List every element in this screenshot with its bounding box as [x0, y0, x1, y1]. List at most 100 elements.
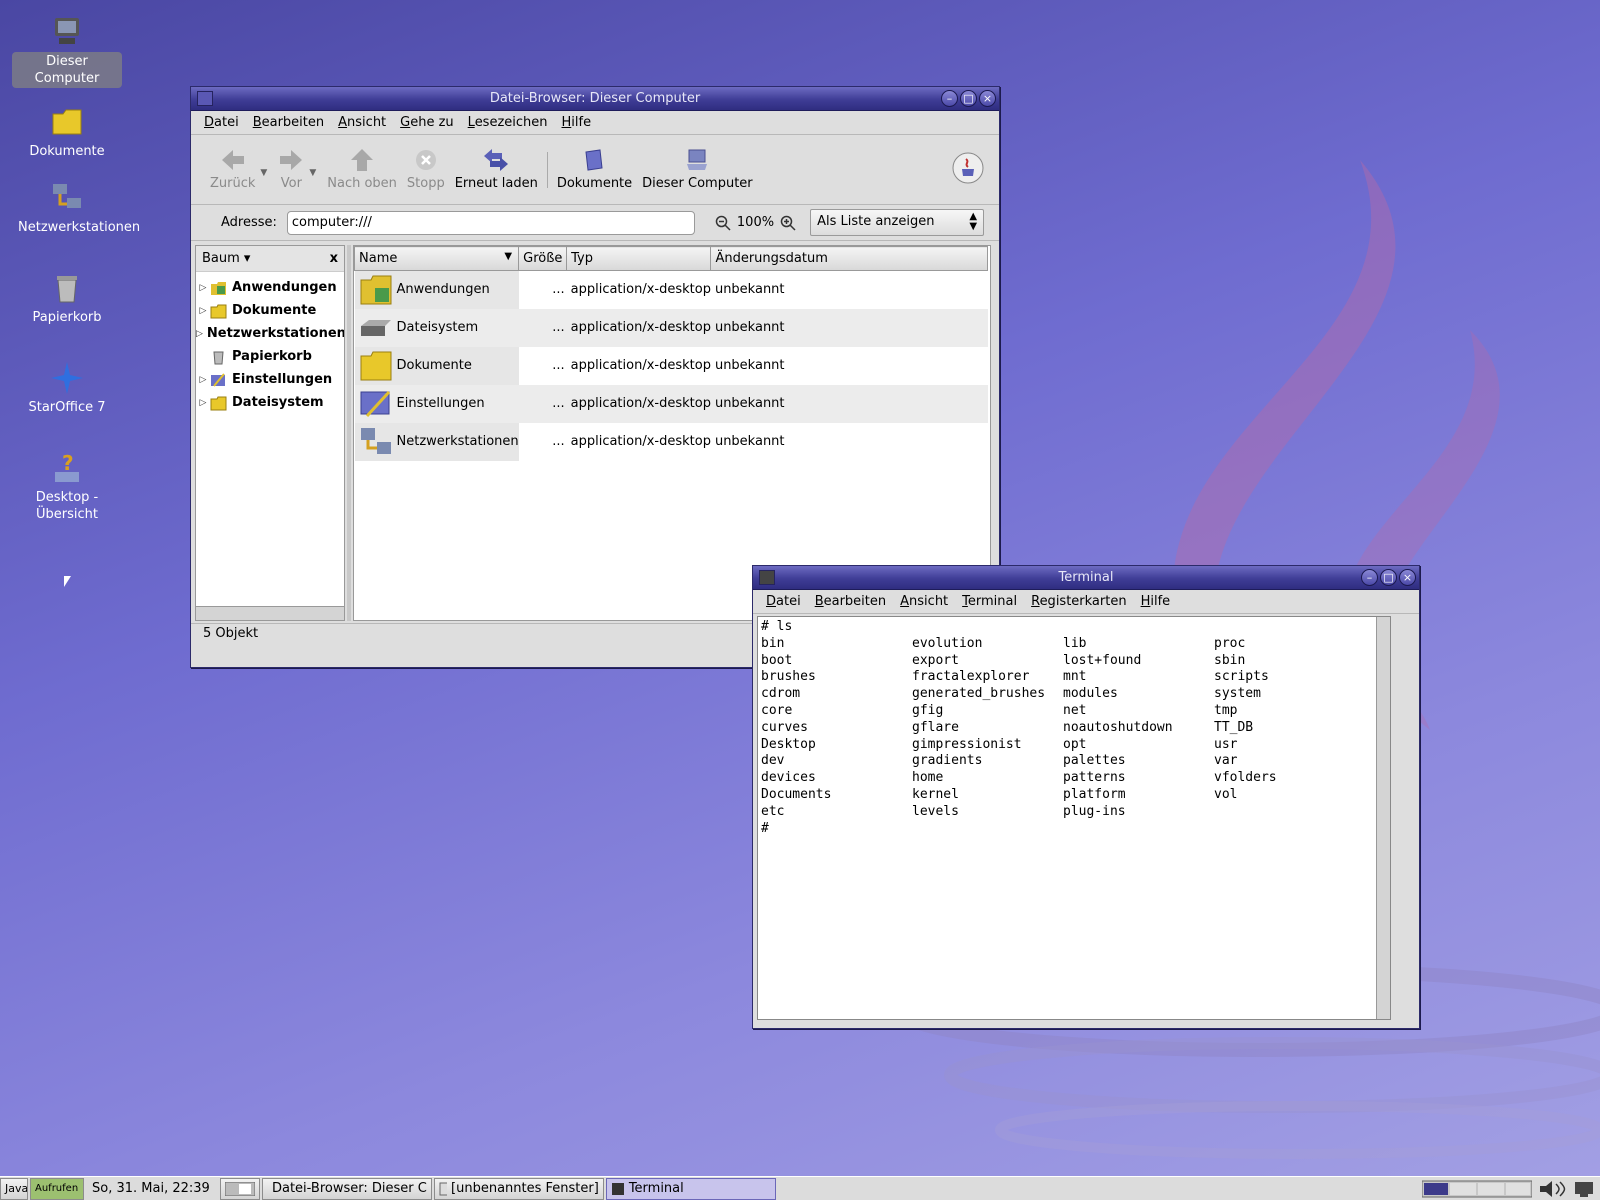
task-terminal[interactable]: Terminal: [605, 1177, 776, 1200]
zoom-out-icon[interactable]: [715, 215, 731, 231]
tree-item-netzwerkstationen[interactable]: ▷ Netzwerkstationen: [196, 322, 344, 345]
menu-lesezeichen[interactable]: Lesezeichen: [461, 115, 555, 130]
menu-hilfe[interactable]: Hilfe: [1134, 594, 1178, 609]
menu-gehe-zu[interactable]: Gehe zu: [393, 115, 461, 130]
menu-datei[interactable]: Datei: [197, 115, 246, 130]
reload-button[interactable]: Erneut laden: [450, 148, 543, 191]
desktop-icon-netzwerkstationen[interactable]: Netzwerkstationen: [12, 180, 140, 237]
up-button[interactable]: Nach oben: [322, 148, 402, 191]
file-row[interactable]: Anwendungen ... application/x-desktop un…: [354, 270, 988, 309]
file-name: Netzwerkstationen: [396, 434, 519, 449]
pane-splitter[interactable]: [347, 245, 351, 621]
menu-ansicht[interactable]: Ansicht: [331, 115, 393, 130]
java-menu-button[interactable]: Java: [0, 1177, 28, 1200]
desktop-icon-papierkorb[interactable]: Papierkorb: [12, 270, 122, 327]
zoom-level[interactable]: 100%: [737, 215, 774, 230]
minimize-button[interactable]: –: [1361, 569, 1378, 586]
clock[interactable]: So, 31. Mai, 22:39: [92, 1181, 210, 1196]
expander-icon[interactable]: ▷: [196, 283, 210, 293]
terminal-titlebar[interactable]: Terminal – □ ×: [753, 566, 1419, 590]
window-menu-button[interactable]: [197, 91, 213, 106]
terminal-listing-entry: proc: [1214, 635, 1246, 651]
column-header-type[interactable]: Typ: [566, 246, 712, 271]
computer-button[interactable]: Dieser Computer: [637, 148, 758, 191]
file-date: unbekannt: [714, 434, 785, 449]
terminal-listing-entry: TT_DB: [1214, 719, 1254, 735]
address-input[interactable]: computer:///: [286, 210, 695, 235]
column-header-date[interactable]: Änderungsdatum: [710, 246, 988, 271]
menu-bearbeiten[interactable]: Bearbeiten: [246, 115, 331, 130]
chevron-down-icon[interactable]: ▼: [260, 168, 267, 178]
expander-icon[interactable]: ▷: [196, 375, 210, 385]
desktop-icon-staroffice[interactable]: StarOffice 7: [12, 360, 122, 417]
file-row[interactable]: Dateisystem ... application/x-desktop un…: [354, 308, 988, 347]
forward-button[interactable]: Vor: [273, 148, 309, 191]
horizontal-scrollbar[interactable]: [196, 606, 344, 620]
view-mode-select[interactable]: Als Liste anzeigen ▲ ▼: [810, 209, 985, 236]
expander-icon[interactable]: ▷: [196, 329, 203, 339]
task-unnamed-window[interactable]: [unbenanntes Fenster]: [433, 1177, 604, 1200]
maximize-button[interactable]: □: [960, 90, 977, 107]
workspace-switcher[interactable]: [1422, 1180, 1532, 1198]
terminal-listing-entry: plug-ins: [1063, 803, 1126, 819]
terminal-listing-entry: palettes: [1063, 753, 1126, 769]
vertical-scrollbar[interactable]: [1376, 617, 1390, 1019]
terminal-listing-entry: brushes: [761, 669, 816, 685]
documents-label: Dokumente: [556, 176, 633, 191]
task-file-browser[interactable]: Datei-Browser: Dieser C: [261, 1177, 432, 1200]
terminal-window[interactable]: Terminal – □ × Datei Bearbeiten Ansicht …: [752, 565, 1420, 1029]
column-header-size[interactable]: Größe: [518, 246, 568, 271]
tree-item-label: Dateisystem: [232, 395, 324, 410]
terminal-output[interactable]: # ls bin evolution lib proc boot export lost+f…: [757, 616, 1391, 1020]
file-row[interactable]: Netzwerkstationen ... application/x-desk…: [354, 422, 988, 461]
desktop-icon-dieser-computer[interactable]: Dieser Computer: [12, 14, 122, 88]
file-row[interactable]: Dokumente ... application/x-desktop unbe…: [354, 346, 988, 385]
side-pane-close-icon[interactable]: x: [330, 251, 338, 266]
location-bar: Adresse: computer:/// 100% Als Liste anz…: [191, 205, 999, 241]
stop-button[interactable]: Stopp: [402, 148, 450, 191]
minimize-button[interactable]: –: [941, 90, 958, 107]
menu-bearbeiten[interactable]: Bearbeiten: [808, 594, 893, 609]
file-browser-titlebar[interactable]: Datei-Browser: Dieser Computer – □ ×: [191, 87, 999, 111]
terminal-listing-entry: evolution: [912, 635, 983, 651]
terminal-icon: [611, 1182, 624, 1195]
menu-ansicht[interactable]: Ansicht: [893, 594, 955, 609]
desktop-icon-desktop-uebersicht[interactable]: ? Desktop - Übersicht: [12, 450, 122, 524]
expander-icon[interactable]: ▷: [196, 398, 210, 408]
launch-button[interactable]: Aufrufen: [30, 1177, 84, 1200]
file-row[interactable]: Einstellungen ... application/x-desktop …: [354, 384, 988, 423]
tree-item-label: Anwendungen: [232, 280, 337, 295]
side-pane-selector[interactable]: Baum ▾: [202, 251, 250, 266]
monitor-icon[interactable]: [1574, 1180, 1594, 1198]
close-button[interactable]: ×: [979, 90, 996, 107]
tree-item-einstellungen[interactable]: ▷ Einstellungen: [196, 368, 344, 391]
terminal-listing-entry: gflare: [912, 719, 959, 735]
computer-icon: [267, 1182, 268, 1192]
column-header-name[interactable]: Name ▼: [354, 246, 520, 271]
documents-button[interactable]: Dokumente: [552, 148, 637, 191]
expander-icon[interactable]: ▷: [196, 306, 210, 316]
tree-item-anwendungen[interactable]: ▷ Anwendungen: [196, 276, 344, 299]
menu-datei[interactable]: Datei: [759, 594, 808, 609]
menu-terminal[interactable]: Terminal: [955, 594, 1024, 609]
menu-registerkarten[interactable]: Registerkarten: [1024, 594, 1133, 609]
menu-hilfe[interactable]: Hilfe: [555, 115, 599, 130]
desktop-icon-dokumente[interactable]: Dokumente: [12, 104, 122, 161]
show-desktop-button[interactable]: [219, 1177, 260, 1200]
maximize-button[interactable]: □: [1380, 569, 1397, 586]
task-label: Datei-Browser: Dieser C: [271, 1181, 427, 1196]
window-menu-button[interactable]: [759, 570, 775, 585]
close-button[interactable]: ×: [1399, 569, 1416, 586]
tree-item-papierkorb[interactable]: Papierkorb: [196, 345, 344, 368]
chevron-down-icon[interactable]: ▼: [309, 168, 316, 178]
zoom-in-icon[interactable]: [780, 215, 796, 231]
tree-item-dateisystem[interactable]: ▷ Dateisystem: [196, 391, 344, 414]
file-date: unbekannt: [710, 384, 988, 423]
tree-item-dokumente[interactable]: ▷ Dokumente: [196, 299, 344, 322]
volume-icon[interactable]: [1538, 1180, 1568, 1198]
file-name: Anwendungen: [396, 282, 490, 298]
window-title: Datei-Browser: Dieser Computer: [489, 91, 701, 106]
toolbar-separator: [546, 151, 548, 188]
back-button[interactable]: Zurück: [205, 148, 260, 191]
network-icon: [53, 184, 81, 208]
